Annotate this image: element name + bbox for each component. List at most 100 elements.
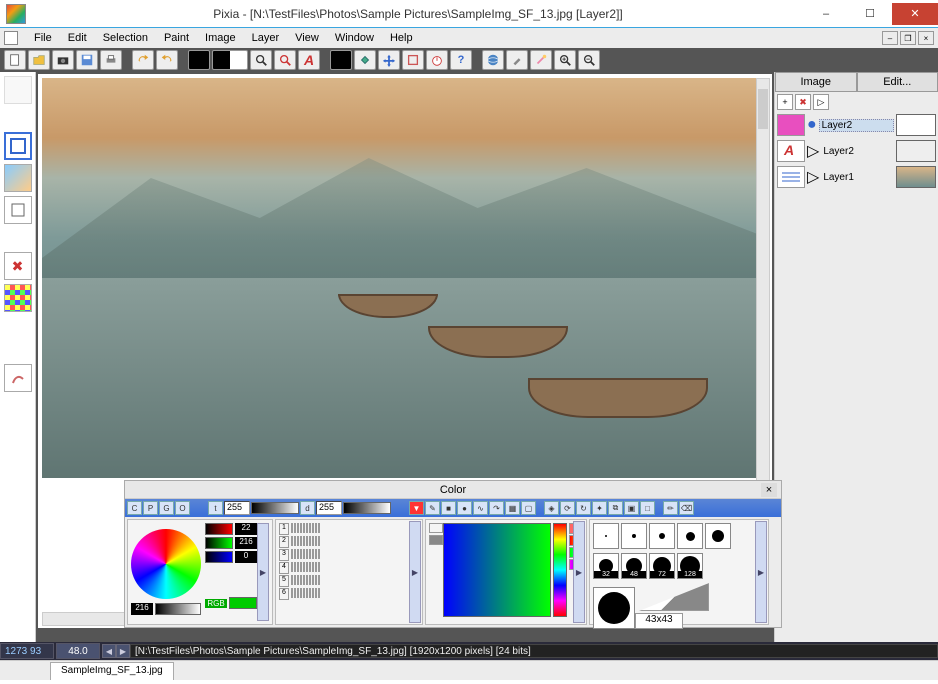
palette-swatch[interactable] [318, 536, 320, 546]
preset-swatch[interactable] [429, 523, 443, 533]
layer-row[interactable]: ▷ Layer1 [775, 164, 938, 190]
cp-t-input[interactable]: 255 [224, 501, 250, 515]
pressure-curve[interactable] [639, 583, 709, 611]
tool-slot-empty[interactable] [4, 76, 32, 104]
cp-d-input[interactable]: 255 [316, 501, 342, 515]
layer-thumbnail[interactable] [896, 140, 936, 162]
palette-swatch[interactable] [306, 523, 308, 533]
palette-swatch[interactable] [297, 575, 299, 585]
delete-tool[interactable]: ✖ [4, 252, 32, 280]
cp-mode-g[interactable]: G [159, 501, 174, 515]
palette-swatch[interactable] [303, 536, 305, 546]
cp-curve-icon[interactable]: ∿ [473, 501, 488, 515]
palette-swatch[interactable] [294, 523, 296, 533]
redo-button[interactable] [156, 50, 178, 70]
layer-mask-button[interactable] [330, 50, 352, 70]
zoom-out-button[interactable] [578, 50, 600, 70]
fill-button[interactable] [354, 50, 376, 70]
menu-layer[interactable]: Layer [244, 30, 288, 46]
palette-swatch[interactable] [303, 562, 305, 572]
move-tool-button[interactable] [378, 50, 400, 70]
layer-name[interactable]: Layer1 [821, 172, 894, 183]
cp-loop-icon[interactable]: ↻ [576, 501, 591, 515]
palette-swatch[interactable] [294, 562, 296, 572]
palette-swatch[interactable] [309, 588, 311, 598]
palette-swatch[interactable] [312, 549, 314, 559]
palette-swatch[interactable] [291, 575, 293, 585]
palette-swatch[interactable] [297, 523, 299, 533]
palette-swatch[interactable] [306, 536, 308, 546]
palette-swatch[interactable] [291, 536, 293, 546]
cp-pen-icon[interactable]: ✎ [425, 501, 440, 515]
brush-preset-2[interactable] [621, 523, 647, 549]
layer-visible-icon[interactable]: ▷ [807, 141, 819, 161]
brush-preset-48[interactable]: 48 [621, 553, 647, 579]
settings-button[interactable] [506, 50, 528, 70]
minimize-button[interactable]: – [804, 3, 848, 25]
cp-t-slider[interactable] [251, 502, 299, 514]
palette-swatch[interactable] [309, 523, 311, 533]
mdi-close-button[interactable]: × [918, 31, 934, 45]
rgb-x-bar[interactable] [155, 603, 201, 615]
cp-square-icon[interactable]: ■ [441, 501, 456, 515]
menu-image[interactable]: Image [197, 30, 244, 46]
zoom-in-button[interactable] [554, 50, 576, 70]
add-layer-button[interactable]: + [777, 94, 793, 110]
palette-swatch[interactable] [318, 562, 320, 572]
brush-preset-32[interactable]: 32 [593, 553, 619, 579]
zoom-prev-button[interactable]: ◀ [102, 644, 116, 658]
mdi-document-icon[interactable] [4, 31, 18, 45]
layer-color-tag[interactable]: A [777, 140, 805, 162]
palette-swatch[interactable] [303, 549, 305, 559]
palette-swatch[interactable] [300, 575, 302, 585]
color-wheel[interactable] [131, 529, 201, 599]
palette-swatch[interactable] [312, 562, 314, 572]
palette-swatch[interactable] [294, 549, 296, 559]
canvas-image[interactable] [42, 78, 768, 478]
smudge-tool[interactable] [4, 364, 32, 392]
palette-swatch[interactable] [315, 523, 317, 533]
fg-color-button[interactable] [188, 50, 210, 70]
print-button[interactable] [100, 50, 122, 70]
menu-help[interactable]: Help [382, 30, 421, 46]
zoom-next-button[interactable]: ▶ [116, 644, 130, 658]
palette-swatch[interactable] [300, 523, 302, 533]
menu-paint[interactable]: Paint [156, 30, 197, 46]
menu-file[interactable]: File [26, 30, 60, 46]
brush-preset-72[interactable]: 72 [649, 553, 675, 579]
palette-swatch[interactable] [291, 562, 293, 572]
cp-copy-icon[interactable]: ⧉ [608, 501, 623, 515]
palette-swatch[interactable] [303, 575, 305, 585]
palette-swatch[interactable] [294, 588, 296, 598]
color-panel-titlebar[interactable]: Color × [125, 481, 781, 499]
palette-swatch[interactable] [306, 575, 308, 585]
status-zoom[interactable]: 48.0 [56, 643, 100, 659]
palette-swatch[interactable] [306, 588, 308, 598]
menu-selection[interactable]: Selection [95, 30, 156, 46]
palette-swatch[interactable] [318, 523, 320, 533]
cp-dropdown-icon[interactable]: ▼ [409, 501, 424, 515]
cp-d-slider[interactable] [343, 502, 391, 514]
cp-brush-icon[interactable]: ✏ [663, 501, 678, 515]
brush-preset-1[interactable] [593, 523, 619, 549]
palette-swatch[interactable] [303, 588, 305, 598]
zoom-tool-button[interactable] [250, 50, 272, 70]
rect-select-tool[interactable] [4, 132, 32, 160]
brush-preset-4[interactable] [677, 523, 703, 549]
palette-swatch[interactable] [309, 549, 311, 559]
palette-swatch[interactable] [318, 549, 320, 559]
rgb-b-bar[interactable] [205, 551, 233, 563]
layer-name[interactable]: Layer2 [821, 146, 894, 157]
new-file-button[interactable] [4, 50, 26, 70]
palette-swatch[interactable] [300, 536, 302, 546]
cp-sec2-nav[interactable]: ▶ [409, 521, 421, 623]
rgb-r-bar[interactable] [205, 523, 233, 535]
save-button[interactable] [76, 50, 98, 70]
palette-swatch[interactable] [318, 575, 320, 585]
help-button[interactable]: ? [450, 50, 472, 70]
palette-swatch[interactable] [297, 562, 299, 572]
menu-window[interactable]: Window [327, 30, 382, 46]
crop-tool-button[interactable] [402, 50, 424, 70]
cp-box-icon[interactable]: □ [640, 501, 655, 515]
undo-button[interactable] [132, 50, 154, 70]
